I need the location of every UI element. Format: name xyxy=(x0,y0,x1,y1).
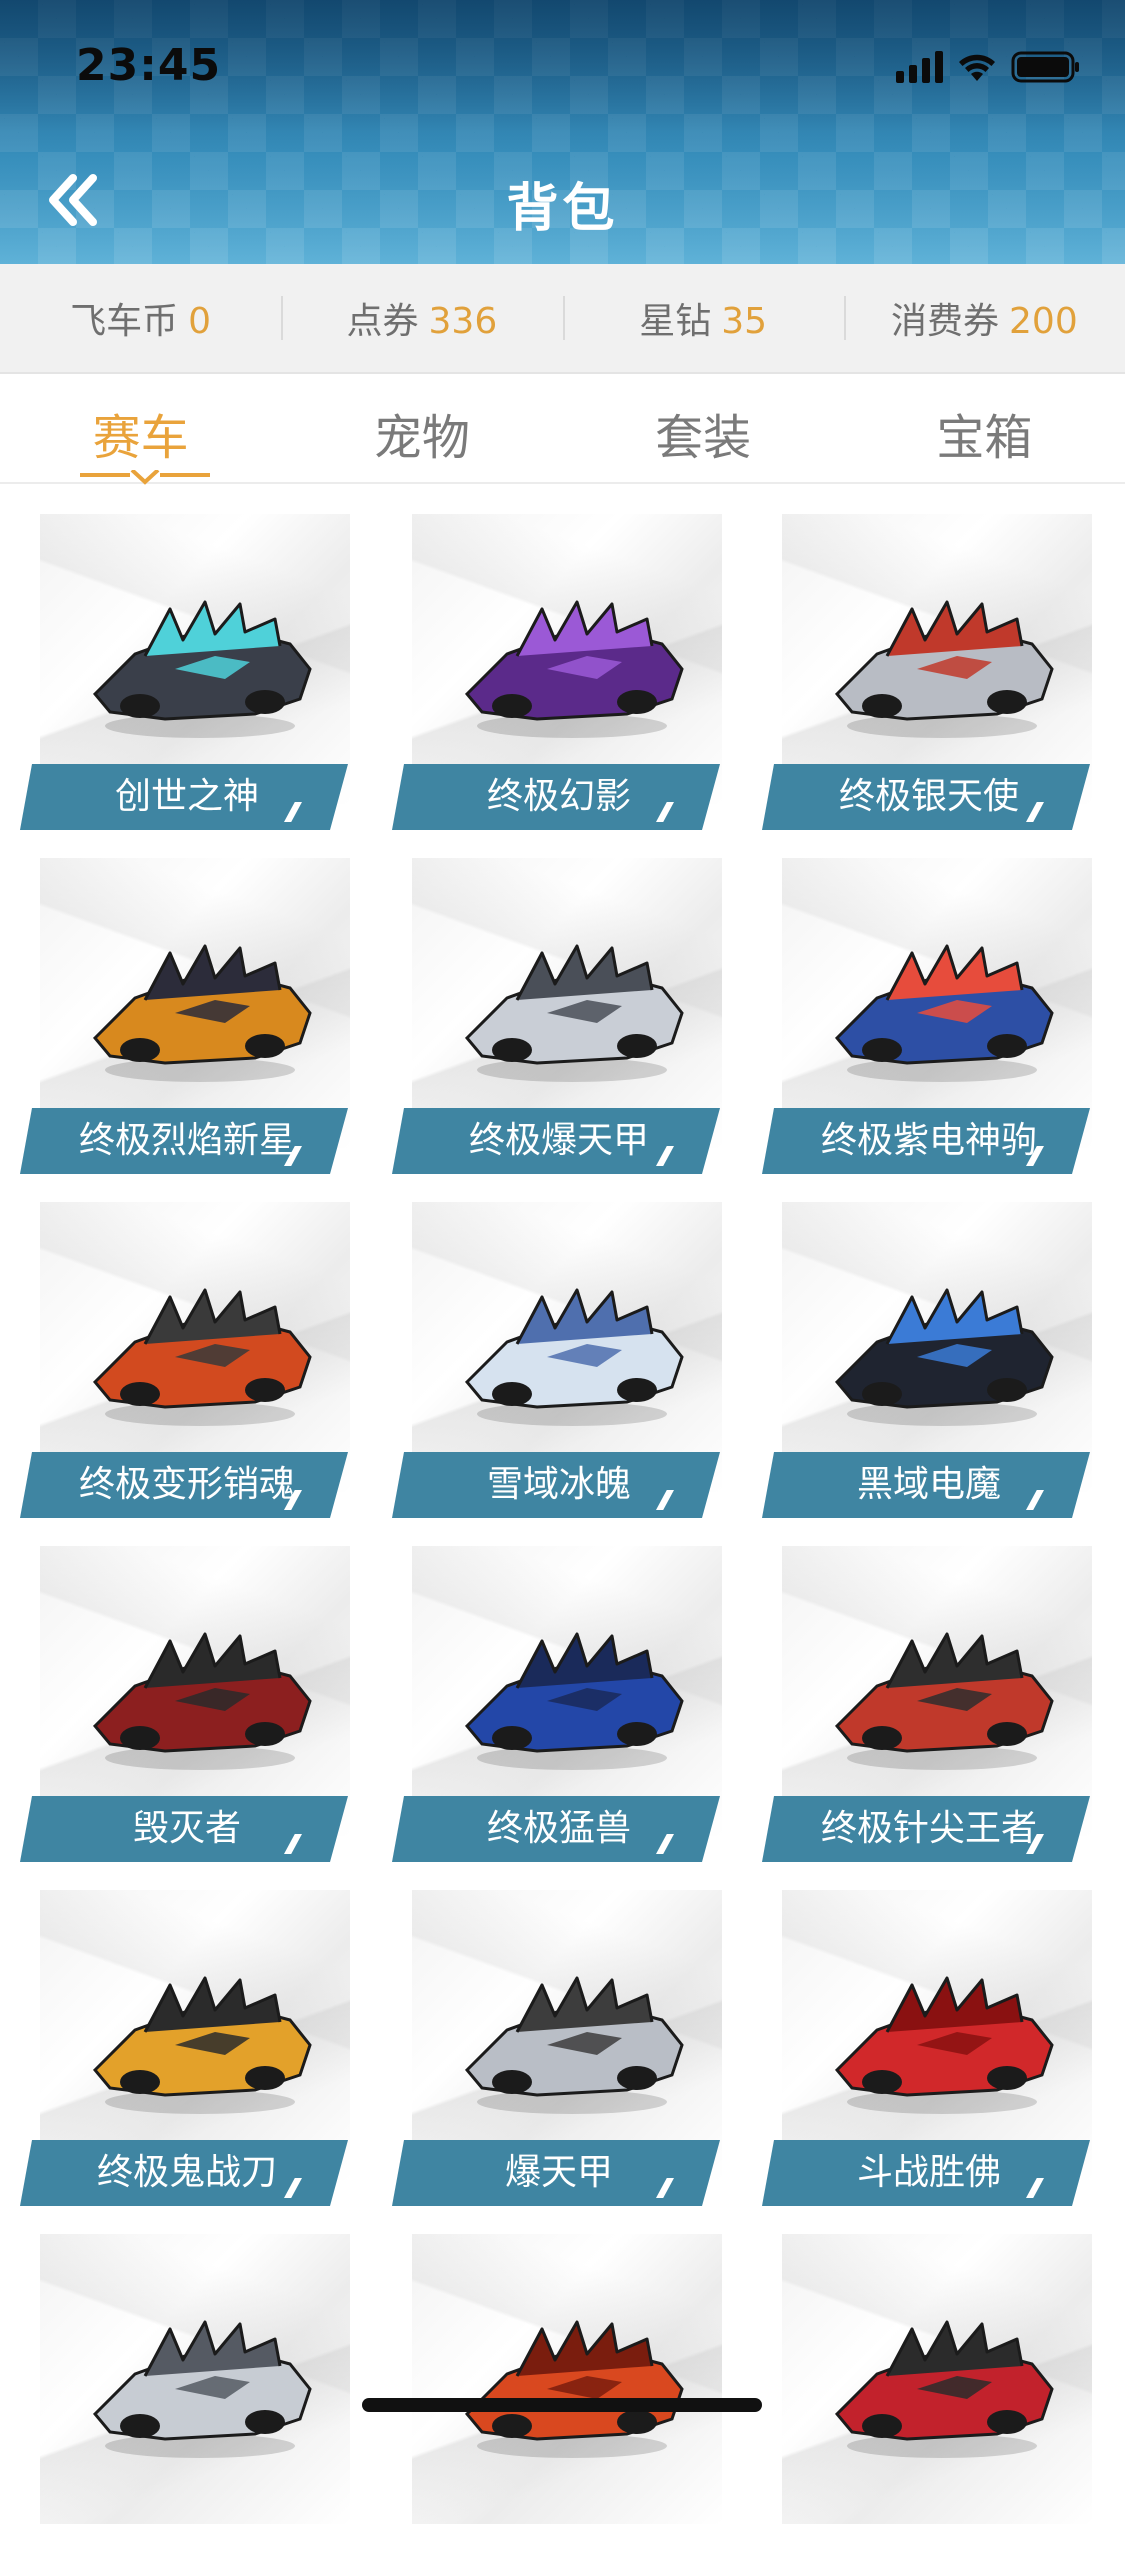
car-name-label: 终极爆天甲 xyxy=(392,1108,720,1174)
active-tab-indicator xyxy=(80,470,210,485)
racing-car-image xyxy=(834,1632,1054,1753)
racing-car-image xyxy=(464,1288,684,1409)
car-item-card[interactable]: 黑域电魔 xyxy=(762,1202,1092,1522)
racing-car-image xyxy=(464,1632,684,1753)
racing-car-image xyxy=(464,944,684,1065)
car-name: 终极鬼战刀 xyxy=(96,2152,277,2193)
currency-label: 消费券 xyxy=(891,301,1000,342)
car-name-label: 终极猛兽 xyxy=(392,1796,720,1862)
racing-car-image xyxy=(834,2320,1054,2441)
car-name-label: 终极幻影 xyxy=(392,764,720,830)
car-name-label: 终极银天使 xyxy=(762,764,1090,830)
car-name: 终极幻影 xyxy=(486,776,631,817)
car-item-card[interactable]: 终极烈焰新星 xyxy=(20,858,350,1178)
car-name-label: 创世之神 xyxy=(20,764,348,830)
car-item-card[interactable]: 终极爆天甲 xyxy=(392,858,722,1178)
racing-car-image xyxy=(92,1632,312,1753)
car-item-card[interactable]: 终极变形销魂 xyxy=(20,1202,350,1522)
car-name: 终极猛兽 xyxy=(486,1808,631,1849)
car-name-label: 终极烈焰新星 xyxy=(20,1108,348,1174)
currency-value: 0 xyxy=(188,301,212,342)
status-time: 23:45 xyxy=(76,40,222,91)
currency-coin: 飞车币 0 xyxy=(0,292,281,344)
cellular-signal-icon xyxy=(896,51,943,83)
car-item-card[interactable]: 终极紫电神驹 xyxy=(762,858,1092,1178)
racing-car-image xyxy=(464,600,684,721)
racing-car-image xyxy=(92,944,312,1065)
tab-racing-car[interactable]: 赛车 xyxy=(0,374,281,482)
header-bar: 23:45 背包 xyxy=(0,0,1125,264)
wifi-icon xyxy=(959,54,995,81)
car-name-label: 黑域电魔 xyxy=(762,1452,1090,1518)
racing-car-image xyxy=(464,2320,684,2441)
currency-bar: 飞车币 0 点券 336 星钻 35 消费券 200 xyxy=(0,264,1125,374)
tab-outfit[interactable]: 套装 xyxy=(563,374,844,482)
racing-car-image xyxy=(464,1976,684,2097)
car-name-label: 终极鬼战刀 xyxy=(20,2140,348,2206)
car-name: 斗战胜佛 xyxy=(856,2152,1001,2193)
racing-car-image xyxy=(834,944,1054,1065)
currency-value: 200 xyxy=(1009,301,1078,342)
racing-car-image xyxy=(834,600,1054,721)
racing-car-image xyxy=(834,1976,1054,2097)
car-item-card[interactable] xyxy=(762,2234,1092,2554)
car-item-card[interactable]: 终极幻影 xyxy=(392,514,722,834)
racing-car-image xyxy=(92,1976,312,2097)
car-item-card[interactable]: 雪域冰魄 xyxy=(392,1202,722,1522)
car-name-label: 斗战胜佛 xyxy=(762,2140,1090,2206)
car-item-card[interactable]: 斗战胜佛 xyxy=(762,1890,1092,2210)
car-name: 创世之神 xyxy=(114,776,259,817)
car-item-card[interactable]: 毁灭者 xyxy=(20,1546,350,1866)
car-name: 终极银天使 xyxy=(838,776,1019,817)
battery-icon xyxy=(1011,51,1079,83)
car-name-label: 终极针尖王者 xyxy=(762,1796,1090,1862)
car-name: 爆天甲 xyxy=(504,2152,613,2193)
car-item-card[interactable]: 创世之神 xyxy=(20,514,350,834)
car-item-card[interactable]: 终极鬼战刀 xyxy=(20,1890,350,2210)
currency-label: 星钻 xyxy=(639,301,712,342)
currency-consumption-voucher: 消费券 200 xyxy=(843,292,1125,344)
car-item-card[interactable]: 终极猛兽 xyxy=(392,1546,722,1866)
racing-car-image xyxy=(92,1288,312,1409)
car-name-label: 爆天甲 xyxy=(392,2140,720,2206)
home-indicator xyxy=(362,2398,762,2412)
car-item-card[interactable]: 终极银天使 xyxy=(762,514,1092,834)
car-item-card[interactable] xyxy=(392,2234,722,2554)
car-item-card[interactable]: 终极针尖王者 xyxy=(762,1546,1092,1866)
car-name-label: 终极变形销魂 xyxy=(20,1452,348,1518)
car-name: 终极针尖王者 xyxy=(820,1808,1037,1849)
racing-car-image xyxy=(92,2320,312,2441)
car-item-card[interactable] xyxy=(20,2234,350,2554)
racing-car-image xyxy=(92,600,312,721)
category-tabs: 赛车 宠物 套装 宝箱 xyxy=(0,374,1125,484)
tab-pet[interactable]: 宠物 xyxy=(281,374,562,482)
car-name: 黑域电魔 xyxy=(856,1464,1001,1505)
car-name-label: 终极紫电神驹 xyxy=(762,1108,1090,1174)
currency-star-diamond: 星钻 35 xyxy=(562,292,844,344)
currency-label: 飞车币 xyxy=(70,301,179,342)
car-name: 终极爆天甲 xyxy=(468,1120,649,1161)
car-name: 终极变形销魂 xyxy=(78,1464,295,1505)
page-title: 背包 xyxy=(506,179,619,239)
car-item-card[interactable]: 爆天甲 xyxy=(392,1890,722,2210)
currency-point-voucher: 点券 336 xyxy=(281,292,562,344)
car-name: 毁灭者 xyxy=(132,1808,241,1849)
car-name: 雪域冰魄 xyxy=(486,1464,631,1505)
currency-label: 点券 xyxy=(346,301,419,342)
car-name: 终极烈焰新星 xyxy=(78,1120,295,1161)
currency-value: 336 xyxy=(428,301,498,342)
car-name: 终极紫电神驹 xyxy=(820,1120,1037,1161)
car-name-label: 雪域冰魄 xyxy=(392,1452,720,1518)
tab-treasure-box[interactable]: 宝箱 xyxy=(844,374,1125,482)
car-name-label: 毁灭者 xyxy=(20,1796,348,1862)
racing-car-image xyxy=(834,1288,1054,1409)
currency-value: 35 xyxy=(721,301,768,342)
status-icons xyxy=(896,50,1081,84)
